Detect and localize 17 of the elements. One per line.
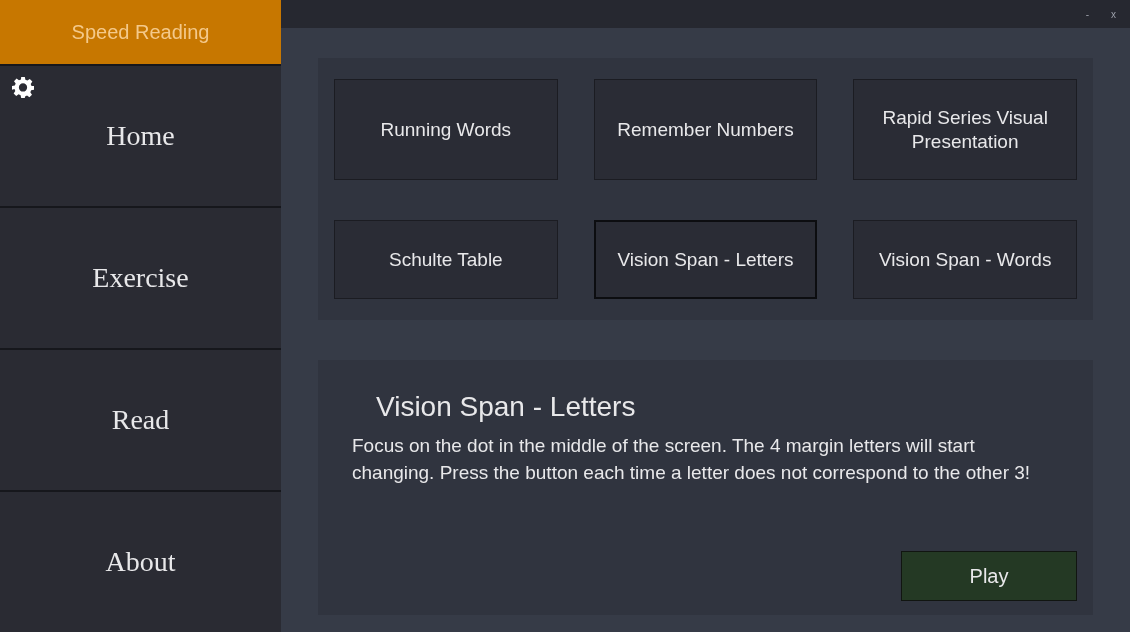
exercise-button[interactable]: Schulte Table bbox=[334, 220, 558, 299]
exercise-button[interactable]: Rapid Series Visual Presentation bbox=[853, 79, 1077, 180]
exercise-button[interactable]: Vision Span - Words bbox=[853, 220, 1077, 299]
exercise-title: Vision Span - Letters bbox=[375, 390, 637, 424]
exercise-button[interactable]: Remember Numbers bbox=[593, 79, 818, 180]
minimize-button[interactable]: - bbox=[1085, 6, 1089, 22]
nav-item[interactable]: Home bbox=[106, 115, 175, 157]
nav-item[interactable]: Read bbox=[111, 399, 170, 441]
play-button[interactable]: Play bbox=[901, 551, 1077, 601]
exercise-button[interactable]: Vision Span - Letters bbox=[593, 220, 818, 299]
app-title: Speed Reading bbox=[0, 0, 281, 64]
exercise-button[interactable]: Running Words bbox=[334, 79, 558, 180]
settings-icon[interactable] bbox=[12, 76, 34, 98]
close-button[interactable]: x bbox=[1111, 6, 1116, 22]
nav-item[interactable]: Exercise bbox=[92, 257, 189, 299]
nav-item[interactable]: About bbox=[105, 541, 176, 583]
exercise-description: Focus on the dot in the middle of the screen. The 4 margin letters will start changing. Press the button each time a letter does not correspond to the other 3! bbox=[352, 434, 1032, 485]
